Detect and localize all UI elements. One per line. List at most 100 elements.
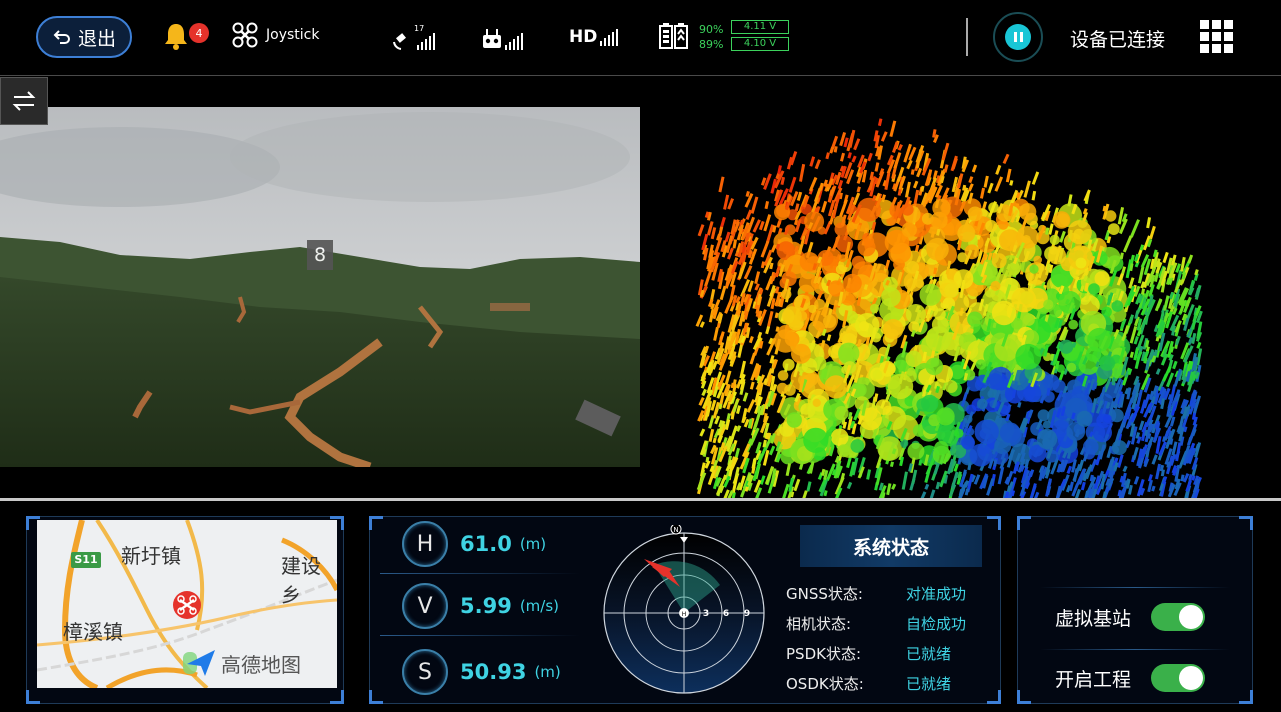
point-cloud-point [939,279,959,299]
point-cloud-point [1122,235,1133,253]
pause-button[interactable] [993,12,1043,62]
section-divider [0,498,1281,501]
point-cloud-point [869,303,880,313]
open-project-row: 开启工程 [1055,664,1205,692]
grid-menu-icon[interactable] [1200,20,1233,53]
point-cloud-point [925,357,944,376]
point-cloud-point [971,164,978,173]
telemetry-panel: H 61.0 (m) V 5.99 (m/s) S 50.93 (m) N H [369,516,1001,704]
point-cloud-point [825,152,830,160]
point-cloud-point [1163,295,1170,311]
point-cloud-point [1011,287,1037,313]
point-cloud-point [837,444,851,458]
point-cloud-point [851,155,857,163]
mini-map[interactable]: 新圩镇 建设乡 樟溪镇 S11 高德地图 [37,520,337,688]
open-project-toggle[interactable] [1151,664,1205,692]
point-cloud-point [1107,223,1120,236]
status-key: 相机状态: [786,615,852,633]
point-cloud-point [1031,171,1040,185]
point-cloud-point [826,334,832,342]
point-cloud-point [1037,409,1050,422]
point-cloud-point [997,466,1005,485]
control-separator [1040,587,1230,588]
point-cloud-point [746,399,756,413]
camera-feed[interactable] [0,107,640,467]
point-cloud-point [883,319,904,340]
status-row-gnss: GNSS状态: 对准成功 [786,583,966,604]
point-cloud-point [1009,179,1014,186]
bell-icon[interactable] [163,22,189,50]
point-cloud-point [1133,476,1140,485]
point-cloud-point [838,342,860,364]
drone-position-marker [173,591,201,619]
point-cloud-point [782,306,802,326]
point-cloud-point [912,180,919,189]
point-cloud-point [969,443,993,467]
distance-readout: S 50.93 (m) [402,649,561,695]
satellite-count: 17 [414,24,425,33]
hd-label: HD [569,27,598,47]
point-cloud-point [1129,351,1135,358]
point-cloud-point [1151,485,1156,492]
point-cloud-point [1066,362,1077,373]
point-cloud-point [765,326,771,335]
point-cloud-point [967,311,983,327]
point-cloud-point [977,398,988,410]
camera-counter: 8 [307,240,333,270]
voltage-2: 4.10 V [731,37,789,51]
point-cloud-point [768,445,776,456]
point-cloud-point [1052,211,1071,229]
gps-signal: 17 [392,24,435,50]
point-cloud-point [749,352,756,365]
map-logo-text: 高德地图 [221,652,301,677]
point-cloud-point [901,222,917,238]
point-cloud-point [718,226,724,237]
aerial-landscape-image [0,107,640,467]
point-cloud-point [1110,408,1124,423]
point-cloud-point [1122,465,1128,473]
point-cloud-point [983,175,989,188]
swap-view-button[interactable] [0,77,48,125]
virtual-base-toggle[interactable] [1151,603,1205,631]
height-icon: H [402,521,448,567]
notification-badge: 4 [189,23,209,43]
point-cloud-view[interactable] [660,77,1281,498]
point-cloud-point [881,287,901,307]
top-bar: 退出 4 Joystick 17 HD 90% 89% 4.11 V 4.10 … [0,0,1281,76]
point-cloud-point [1075,257,1087,269]
point-cloud-point [788,176,797,193]
point-cloud-point [701,388,707,397]
map-label-1: 新圩镇 [121,544,181,568]
point-cloud-point [910,169,915,175]
point-cloud-point [907,367,916,376]
point-cloud-point [846,481,853,490]
point-cloud-point [697,224,705,237]
point-cloud-point [932,198,951,218]
height-readout: H 61.0 (m) [402,521,546,567]
point-cloud-point [866,469,872,480]
point-cloud-point [857,238,876,257]
point-cloud-point [919,283,942,306]
point-cloud-point [1031,190,1037,201]
telemetry-separator [380,573,580,574]
voltage-readouts: 4.11 V 4.10 V [731,20,789,51]
svg-text:H: H [682,611,687,618]
exit-button[interactable]: 退出 [36,16,132,58]
point-cloud-point [985,220,998,232]
point-cloud-point [856,186,861,193]
status-key: GNSS状态: [786,585,863,603]
status-row-psdk: PSDK状态: 已就绪 [786,643,951,664]
point-cloud-point [754,271,761,285]
map-label-2: 建设乡 [281,554,321,607]
point-cloud-point [924,483,930,490]
swap-arrows-icon [12,91,36,111]
joystick-mode[interactable]: Joystick [232,22,319,48]
point-cloud-point [752,219,761,233]
point-cloud-point [1043,299,1054,310]
point-cloud-point [936,407,955,426]
point-cloud-point [1076,410,1093,427]
point-cloud-point [1042,420,1052,429]
point-cloud-point [727,198,735,210]
point-cloud-point [1087,327,1112,352]
point-cloud-point [890,242,912,264]
